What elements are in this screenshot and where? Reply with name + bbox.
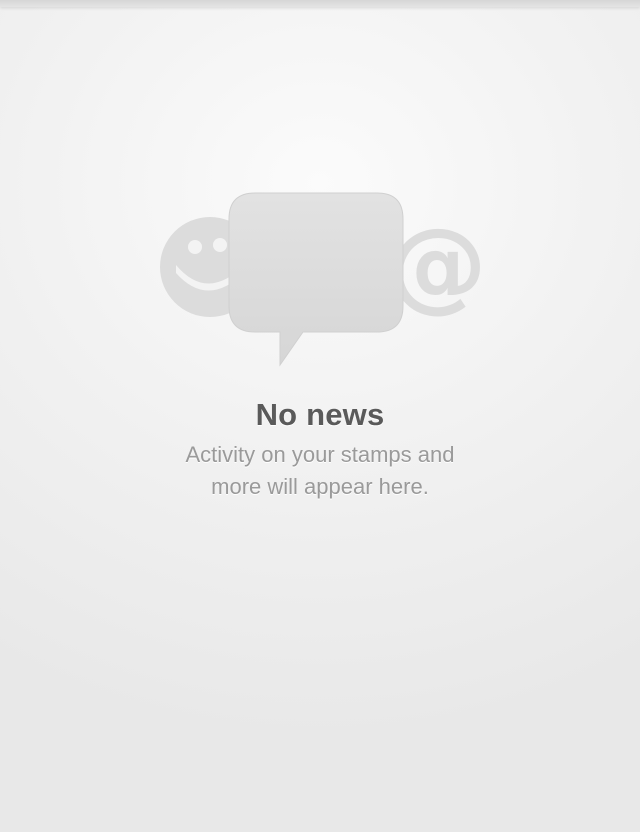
empty-state: @ No news Activity on your stamps and mo… <box>0 185 640 503</box>
empty-news-illustration: @ <box>160 192 480 367</box>
top-bar <box>0 0 640 7</box>
empty-state-subtitle: Activity on your stamps and more will ap… <box>185 442 455 499</box>
empty-state-title: No news <box>255 397 385 432</box>
speech-bubble-icon <box>228 192 404 367</box>
